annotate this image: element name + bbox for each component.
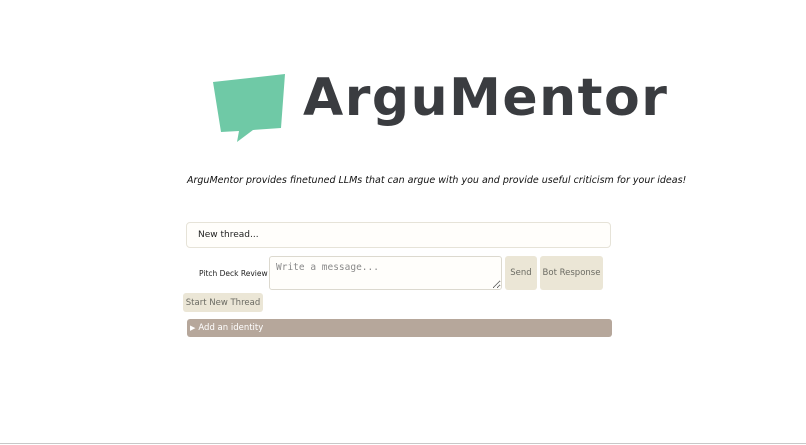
bottom-divider: [0, 443, 806, 444]
send-button[interactable]: Send: [505, 256, 537, 290]
thread-selector[interactable]: New thread...: [186, 222, 611, 248]
message-input[interactable]: [269, 256, 502, 290]
add-identity-disclosure[interactable]: ▶ Add an identity: [187, 319, 612, 337]
persona-dropdown[interactable]: Pitch Deck Review ⌄: [199, 266, 279, 280]
brand-logo: ArguMentor: [213, 68, 667, 144]
persona-selected-label: Pitch Deck Review: [199, 268, 268, 278]
disclosure-triangle-icon: ▶: [190, 324, 196, 332]
bot-response-button[interactable]: Bot Response: [540, 256, 603, 290]
speech-bubble-logo-icon: [213, 74, 285, 142]
thread-label: New thread...: [198, 230, 259, 240]
start-new-thread-button[interactable]: Start New Thread: [183, 293, 263, 312]
brand-name: ArguMentor: [303, 68, 669, 128]
tagline: ArguMentor provides finetuned LLMs that …: [187, 175, 687, 186]
add-identity-label: Add an identity: [198, 323, 264, 333]
